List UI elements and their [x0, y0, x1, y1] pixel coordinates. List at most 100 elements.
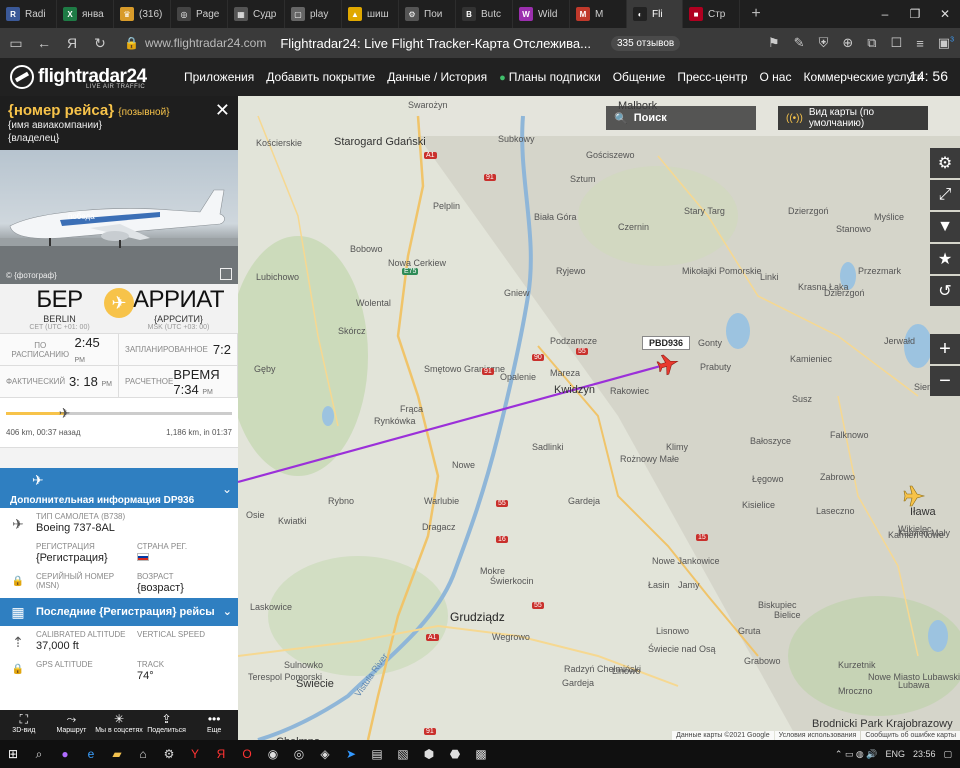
route-plane-icon: ✈ [104, 288, 134, 318]
app-icon[interactable]: ⬣ [442, 740, 468, 768]
callsign-tag[interactable]: PBD936 [642, 336, 691, 350]
app-icon[interactable]: ◎ [286, 740, 312, 768]
menu-apps[interactable]: Приложения [178, 70, 260, 84]
flight-data: ⇡ CALIBRATED ALTITUDE 37,000 ft VERTICAL… [0, 626, 238, 686]
last-flights-header[interactable]: ▦ Последние {Регистрация} рейсы ⌄ [0, 598, 238, 626]
browser-tab[interactable]: Xянва [57, 0, 114, 28]
browser-tab[interactable]: ММ [570, 0, 627, 28]
browser-tab[interactable]: ⚙ Пои [399, 0, 456, 28]
country-col: СТРАНА РЕГ. [137, 542, 238, 564]
browser-tab[interactable]: ■ Стр [683, 0, 740, 28]
menu-press[interactable]: Пресс-центр [671, 70, 753, 84]
yandex-icon[interactable]: Я [62, 35, 82, 51]
feather-icon[interactable]: ✎ [794, 35, 805, 51]
opera-icon[interactable]: O [234, 740, 260, 768]
more-info-header[interactable]: ✈ Дополнительная информация DP936 ⌄ [0, 468, 238, 508]
browser-tab[interactable]: B Butc [456, 0, 513, 28]
flight-number: {номер рейса} {позывной} [8, 102, 230, 119]
report-error-link[interactable]: Сообщить об ошибке карты [861, 731, 960, 740]
search-icon[interactable]: ⌕ [26, 740, 52, 768]
bookmarks-icon[interactable]: ☐ [891, 35, 903, 51]
minimize-icon[interactable]: – [870, 0, 900, 28]
extension-icon[interactable]: ⧉ [867, 35, 876, 51]
browser-tab[interactable]: ♛ (316) [114, 0, 171, 28]
address-bar: ▭ ← Я ↻ 🔒 www.flightradar24.com Flightra… [0, 28, 960, 58]
map-place-label: Sztum [570, 174, 596, 184]
extensions-badge-icon[interactable]: ▣3 [938, 35, 954, 51]
tab-favicon-icon: М [576, 7, 590, 21]
new-tab-button[interactable]: + [744, 2, 768, 26]
map-search[interactable]: 🔍 Поиск [606, 106, 756, 130]
browser-tab[interactable]: ◐ Fli [627, 0, 683, 28]
tray-time[interactable]: 23:56 [913, 749, 936, 759]
telegram-icon[interactable]: ➤ [338, 740, 364, 768]
app-icon[interactable]: ▤ [364, 740, 390, 768]
windows-start-icon[interactable]: ⊞ [0, 740, 26, 768]
browser-tab[interactable]: ▲ шиш [342, 0, 399, 28]
fr24-logo[interactable]: flightradar24 LIVE AIR TRAFFIC [0, 65, 178, 90]
route-button[interactable]: ⤳ Маршрут [48, 710, 96, 740]
notifications-icon[interactable]: ▢ [943, 749, 952, 760]
app-icon[interactable]: ◈ [312, 740, 338, 768]
zoom-out-button[interactable]: − [930, 366, 960, 396]
bookmark-icon[interactable]: ⚑ [768, 35, 780, 51]
aircraft-photo[interactable]: победа © {фотограф} [0, 150, 238, 284]
cortana-icon[interactable]: ● [52, 740, 78, 768]
app-icon[interactable]: ▧ [390, 740, 416, 768]
expand-photo-icon[interactable] [220, 268, 232, 280]
close-window-icon[interactable]: ✕ [930, 0, 960, 28]
map-place-label: Gościszewo [586, 150, 635, 160]
fullscreen-icon[interactable]: ⤢ [930, 180, 960, 210]
more-button[interactable]: ••• Еще [190, 710, 238, 740]
menu-icon[interactable]: ≡ [916, 36, 924, 51]
steam-icon[interactable]: ⚙ [156, 740, 182, 768]
menu-data-history[interactable]: Данные / История [381, 70, 493, 84]
tabs-list-icon[interactable]: ▭ [6, 35, 26, 52]
destination-airport[interactable]: АРРИАТ {АРРСИТИ} MSK (UTC +03: 00) [119, 284, 238, 333]
share-button[interactable]: ⇪ Поделиться [143, 710, 191, 740]
tray-icons[interactable]: ⌃ ▭ ◍ 🔊 [835, 749, 878, 760]
map-view-button[interactable]: ((•)) Вид карты (по умолчанию) [778, 106, 928, 130]
social-button[interactable]: ✳ Мы в соцсетях [95, 710, 143, 740]
menu-social[interactable]: Общение [607, 70, 672, 84]
menu-plans[interactable]: Планы подписки [493, 70, 607, 84]
language-indicator[interactable]: ENG [885, 749, 905, 759]
url-field[interactable]: 🔒 www.flightradar24.com Flightradar24: L… [118, 32, 597, 54]
app-icon[interactable]: ▩ [468, 740, 494, 768]
menu-add-coverage[interactable]: Добавить покрытие [260, 70, 381, 84]
reload-icon[interactable]: ↻ [90, 35, 110, 52]
back-icon[interactable]: ← [34, 35, 54, 51]
globe-icon[interactable]: ⊕ [842, 35, 853, 51]
shield-icon[interactable]: ⛨ [819, 35, 829, 51]
browser-tab[interactable]: ◎ Page [171, 0, 228, 28]
close-icon[interactable]: ✕ [215, 100, 230, 121]
map-place-label: Gęby [254, 364, 276, 374]
menu-about[interactable]: О нас [754, 70, 798, 84]
browser-tab[interactable]: ▢ play [285, 0, 342, 28]
flight-map[interactable]: MalborkStarogard GdańskiKościerskieSwaro… [238, 96, 960, 740]
terms-link[interactable]: Условия использования [774, 731, 861, 740]
view-3d-button[interactable]: ⛶ 3D-вид [0, 710, 48, 740]
map-place-label: Iława [910, 506, 936, 518]
restore-icon[interactable]: ❐ [900, 0, 930, 28]
origin-airport[interactable]: БЕР BERLIN CET (UTC +01: 00) [0, 284, 119, 333]
reviews-badge[interactable]: 335 отзывов [610, 35, 681, 51]
yandex-browser-icon[interactable]: Y [182, 740, 208, 768]
tab-favicon-icon: W [519, 7, 533, 21]
store-icon[interactable]: ⌂ [130, 740, 156, 768]
app-icon[interactable]: ◉ [260, 740, 286, 768]
folder-icon[interactable]: ▰ [104, 740, 130, 768]
map-place-label: Gniew [504, 288, 530, 298]
zoom-in-button[interactable]: + [930, 334, 960, 364]
yandex-icon[interactable]: Я [208, 740, 234, 768]
playback-icon[interactable]: ↺ [930, 276, 960, 306]
filter-icon[interactable]: ▼ [930, 212, 960, 242]
browser-tab[interactable]: ▦ Судр [228, 0, 285, 28]
browser-tab[interactable]: R Radi [0, 0, 57, 28]
tab-favicon-icon: R [6, 7, 20, 21]
app-icon[interactable]: ⬢ [416, 740, 442, 768]
edge-icon[interactable]: e [78, 740, 104, 768]
settings-icon[interactable]: ⚙ [930, 148, 960, 178]
star-icon[interactable]: ★ [930, 244, 960, 274]
browser-tab[interactable]: W Wild [513, 0, 570, 28]
